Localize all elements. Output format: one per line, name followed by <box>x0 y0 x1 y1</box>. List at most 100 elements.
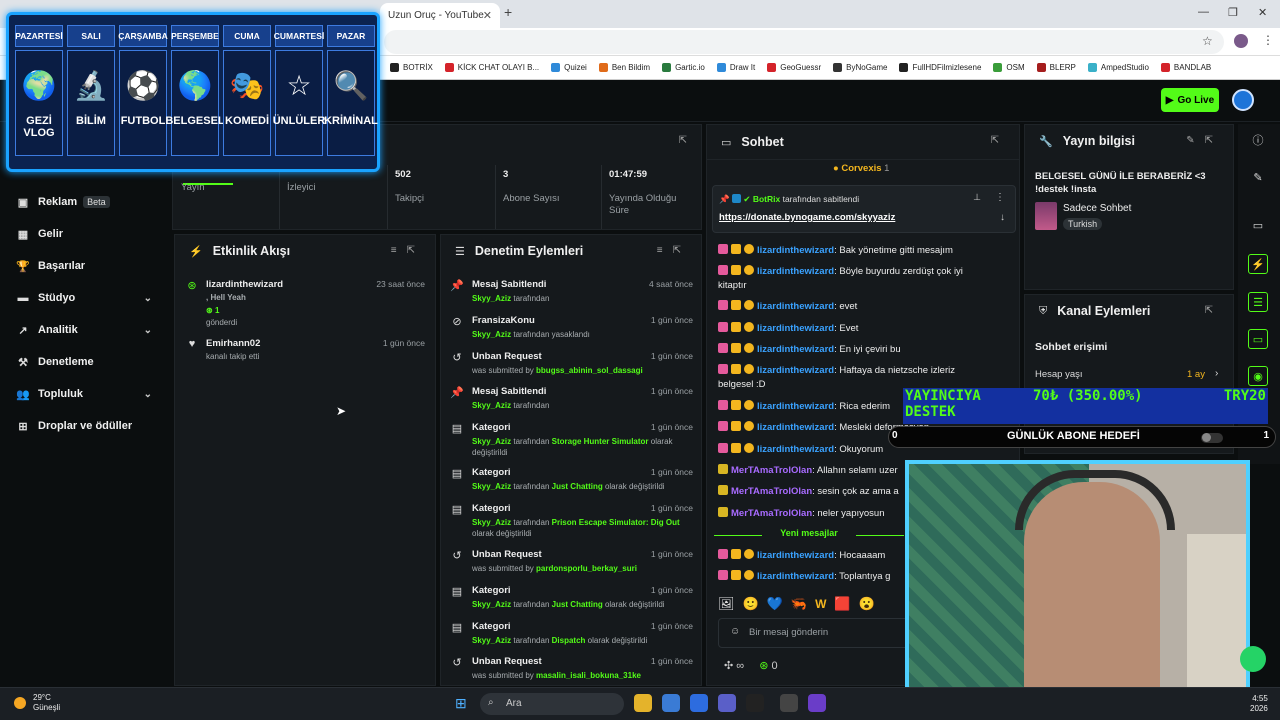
window-close-icon[interactable]: ✕ <box>1258 6 1267 19</box>
list-rail-icon[interactable]: ☰ <box>1248 292 1268 312</box>
bookmark-item[interactable]: Quizei <box>551 63 587 72</box>
bookmark-item[interactable]: BOTRİX <box>390 63 433 72</box>
bookmark-item[interactable]: BANDLAB <box>1160 63 1211 72</box>
bookmark-item[interactable]: OSM <box>993 63 1025 72</box>
bookmark-item[interactable]: ByNoGame <box>833 63 887 72</box>
bookmark-item[interactable]: BLERP <box>1036 63 1076 72</box>
pinned-link[interactable]: https://donate.bynogame.com/skyyaziz <box>719 212 895 223</box>
sidebar-item-8[interactable]: ⊞ Droplar ve ödüller <box>0 410 170 442</box>
app-icon[interactable] <box>662 694 680 712</box>
feed-user[interactable]: lizardinthewizard <box>206 279 283 290</box>
sidebar-item-5[interactable]: ↗ Analitik ⌄ <box>0 314 170 346</box>
browser-tab[interactable]: Uzun Oruç - YouTube ✕ <box>380 3 500 28</box>
taskbar-clock[interactable]: 4:55 2026 <box>1250 694 1268 714</box>
taskbar-search[interactable]: Ara <box>480 693 624 715</box>
edit-icon[interactable]: ✎ <box>1248 168 1268 188</box>
moderator-link[interactable]: bbugss_abinin_sol_dassagi <box>536 366 643 375</box>
epic-games-icon[interactable] <box>746 694 764 712</box>
moderator-link[interactable]: masalin_isali_bokuna_31ke <box>536 671 641 680</box>
unpin-icon[interactable]: ⊥ <box>973 192 981 203</box>
chat-username[interactable]: lizardinthewizard <box>757 301 834 312</box>
category-link[interactable]: Prison Escape Simulator: Dig Out <box>552 518 680 527</box>
chevron-down-icon[interactable]: ⌄ <box>144 293 152 304</box>
top-gifter[interactable]: ● Corvexis 1 <box>833 163 889 174</box>
lightning-rail-icon[interactable]: ⚡ <box>1248 254 1268 274</box>
user-avatar[interactable] <box>1232 89 1254 111</box>
bookmark-item[interactable]: Draw It <box>716 63 755 72</box>
moderator-link[interactable]: Skyy_Aziz <box>472 482 511 491</box>
sidebar-item-3[interactable]: 🏆 Başarılar <box>0 250 170 282</box>
chat-username[interactable]: lizardinthewizard <box>757 444 834 455</box>
moderator-link[interactable]: Skyy_Aziz <box>472 294 511 303</box>
chat-username[interactable]: lizardinthewizard <box>757 323 834 334</box>
weather-widget[interactable]: 29°C Güneşli <box>33 693 60 713</box>
chevron-down-icon[interactable]: ⌄ <box>144 389 152 400</box>
feed-user[interactable]: Emirhann02 <box>206 338 260 349</box>
chat-input[interactable]: Bir mesaj gönderin <box>718 618 914 648</box>
app-icon[interactable] <box>780 694 798 712</box>
moderator-link[interactable]: pardonsporlu_berkay_suri <box>536 564 637 573</box>
pinned-expand-icon[interactable]: ↓ <box>1000 212 1005 223</box>
pinned-menu-icon[interactable]: ⋮ <box>995 192 1005 203</box>
category-link[interactable]: Just Chatting <box>552 482 603 491</box>
bookmark-item[interactable]: GeoGuessr <box>767 63 821 72</box>
url-field[interactable] <box>384 30 1224 54</box>
moderation-tools[interactable]: ≡⇱ <box>657 245 691 256</box>
chat-username[interactable]: lizardinthewizard <box>757 344 834 355</box>
account-age-value[interactable]: 1 ay <box>1187 369 1205 380</box>
info-icon[interactable]: ⓘ <box>1248 131 1268 151</box>
popout-icon[interactable]: ⇱ <box>679 135 687 146</box>
go-live-button[interactable]: ▶ Go Live <box>1161 88 1219 112</box>
chat-username[interactable]: lizardinthewizard <box>757 550 834 561</box>
emote-bar[interactable]: 🖼🙂💙🦐W🟥😮 <box>718 596 883 612</box>
chat-username[interactable]: MerTAmaTrolOlan <box>731 465 812 476</box>
tab-close-icon[interactable]: ✕ <box>483 9 492 22</box>
category-link[interactable]: Dispatch <box>552 636 586 645</box>
moderator-link[interactable]: Skyy_Aziz <box>472 518 511 527</box>
browser-menu-icon[interactable]: ⋮ <box>1262 33 1274 47</box>
broadcast-rail-icon[interactable]: ◉ <box>1248 366 1268 386</box>
chevron-down-icon[interactable]: ⌄ <box>144 325 152 336</box>
app-icon[interactable] <box>690 694 708 712</box>
chat-username[interactable]: MerTAmaTrolOlan <box>731 486 812 497</box>
app-icon[interactable] <box>808 694 826 712</box>
new-tab-icon[interactable]: + <box>504 4 512 20</box>
category-link[interactable]: Just Chatting <box>552 600 603 609</box>
moderator-link[interactable]: Skyy_Aziz <box>472 600 511 609</box>
category-link[interactable]: Storage Hunter Simulator <box>552 437 649 446</box>
windows-start-icon[interactable]: ⊞ <box>455 695 467 712</box>
chat-username[interactable]: lizardinthewizard <box>757 571 834 582</box>
bookmark-item[interactable]: FullHDFilmizlesene <box>899 63 981 72</box>
profile-avatar[interactable] <box>1234 34 1248 48</box>
layout-icon[interactable]: ▭ <box>1248 216 1268 236</box>
sidebar-item-4[interactable]: ▬ Stüdyo ⌄ <box>0 282 170 314</box>
chat-username[interactable]: lizardinthewizard <box>757 266 834 277</box>
bookmark-item[interactable]: Gartic.io <box>662 63 705 72</box>
teams-icon[interactable] <box>718 694 736 712</box>
slow-mode-icon[interactable]: ✣ <box>724 660 733 672</box>
moderator-link[interactable]: Skyy_Aziz <box>472 636 511 645</box>
emoji-icon[interactable]: ☺ <box>730 626 740 637</box>
channel-actions-popout-icon[interactable]: ⇱ <box>1205 305 1223 316</box>
sidebar-item-6[interactable]: ⚒ Denetleme <box>0 346 170 378</box>
chat-username[interactable]: lizardinthewizard <box>757 422 834 433</box>
bookmark-item[interactable]: AmpedStudio <box>1087 63 1149 72</box>
chat-popout-icon[interactable]: ⇱ <box>991 135 1009 146</box>
sidebar-item-2[interactable]: ▦ Gelir <box>0 218 170 250</box>
chat-username[interactable]: lizardinthewizard <box>757 245 834 256</box>
chat-rail-icon[interactable]: ▭ <box>1248 329 1268 349</box>
minimize-icon[interactable]: — <box>1198 6 1209 18</box>
pinned-message[interactable]: 📌 ✔ BotRix tarafından sabitlendi https:/… <box>712 185 1016 233</box>
bookmark-item[interactable]: Ben Bildim <box>598 63 650 72</box>
moderator-link[interactable]: Skyy_Aziz <box>472 330 511 339</box>
sidebar-item-7[interactable]: 👥 Topluluk ⌄ <box>0 378 170 410</box>
sidebar-item-1[interactable]: ▣ Reklam Beta <box>0 186 170 218</box>
chat-username[interactable]: lizardinthewizard <box>757 401 834 412</box>
chevron-right-icon[interactable]: › <box>1215 368 1218 379</box>
bookmark-star-icon[interactable]: ☆ <box>1202 34 1213 48</box>
chrome-icon[interactable] <box>634 694 652 712</box>
chat-username[interactable]: MerTAmaTrolOlan <box>731 508 812 519</box>
feed-tools[interactable]: ≡⇱ <box>391 245 425 256</box>
stream-info-tools[interactable]: ✎⇱ <box>1186 135 1223 146</box>
bookmark-item[interactable]: KİCK CHAT OLAYI B... <box>444 63 539 72</box>
